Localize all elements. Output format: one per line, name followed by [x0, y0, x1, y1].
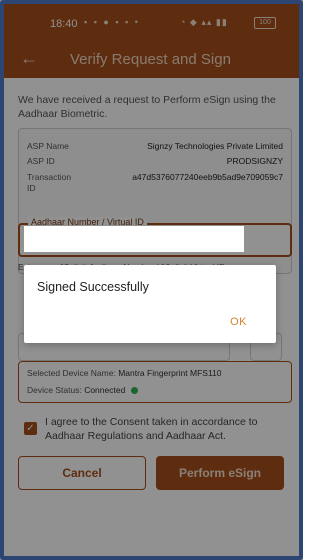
- success-dialog: Signed Successfully OK: [24, 265, 276, 343]
- masked-aadhaar-area: [24, 226, 244, 252]
- dialog-message: Signed Successfully: [37, 280, 149, 294]
- ok-button[interactable]: OK: [230, 316, 247, 328]
